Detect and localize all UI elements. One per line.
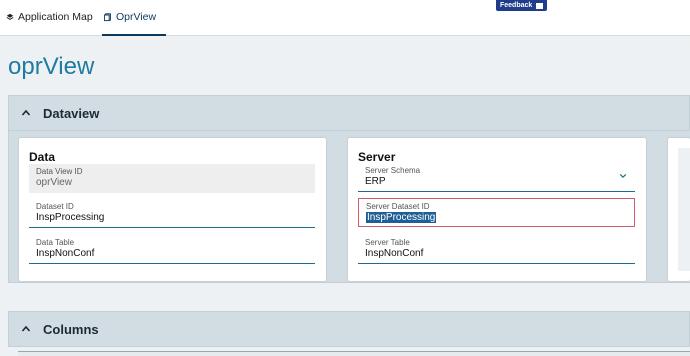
field-value[interactable]: ERP [365, 176, 386, 187]
server-table-field[interactable]: Server Table InspNonConf [358, 235, 635, 264]
document-icon [104, 13, 111, 22]
feedback-label: Feedback [500, 2, 533, 9]
section-title: Dataview [43, 105, 100, 121]
selected-text[interactable]: InspProcessing [366, 212, 437, 223]
chevron-down-icon[interactable] [619, 173, 627, 179]
field-label: Server Dataset ID [366, 202, 430, 211]
tab-label: OprView [116, 11, 157, 23]
card-title: Data [29, 150, 56, 164]
field-value[interactable]: InspNonConf [36, 248, 94, 259]
tab-application-map[interactable]: Application Map [6, 11, 93, 36]
columns-table-top [18, 351, 690, 356]
server-card: Server Server Schema ERP Server Dataset … [348, 138, 646, 281]
field-value: oprView [36, 177, 72, 188]
field-value[interactable]: InspNonConf [365, 248, 423, 259]
field-value[interactable]: InspProcessing [36, 212, 104, 223]
field-label: Data Table [36, 238, 75, 247]
dataset-id-field[interactable]: Dataset ID InspProcessing [29, 199, 315, 228]
chevron-up-icon[interactable] [21, 324, 31, 334]
tab-label: Application Map [18, 11, 93, 23]
card-title: Server [358, 150, 396, 164]
data-card: Data Data View ID oprView Dataset ID Ins… [19, 138, 326, 281]
server-schema-select[interactable]: Server Schema ERP [358, 163, 635, 192]
data-view-id-field: Data View ID oprView [29, 164, 315, 193]
feedback-button[interactable]: Feedback [496, 0, 548, 11]
tab-oprview[interactable]: OprView [102, 11, 166, 36]
section-title: Columns [43, 321, 99, 337]
dataview-section-header[interactable]: Dataview [8, 95, 690, 131]
field-label: Dataset ID [36, 202, 74, 211]
partial-card [668, 138, 690, 281]
server-dataset-id-field[interactable]: Server Dataset ID InspProcessing [358, 198, 635, 227]
field-value[interactable]: InspProcessing [366, 212, 437, 223]
columns-section-header[interactable]: Columns [8, 311, 690, 347]
page-title: oprView [8, 53, 95, 80]
layers-icon [6, 13, 14, 20]
data-table-field[interactable]: Data Table InspNonConf [29, 235, 315, 264]
chat-icon [536, 2, 544, 9]
partial-card-field [678, 148, 690, 271]
field-label: Server Table [365, 238, 410, 247]
top-nav-bar: Application Map OprView Feedback [0, 0, 690, 36]
field-label: Server Schema [365, 166, 421, 175]
field-label: Data View ID [36, 167, 83, 176]
chevron-up-icon[interactable] [21, 108, 31, 118]
